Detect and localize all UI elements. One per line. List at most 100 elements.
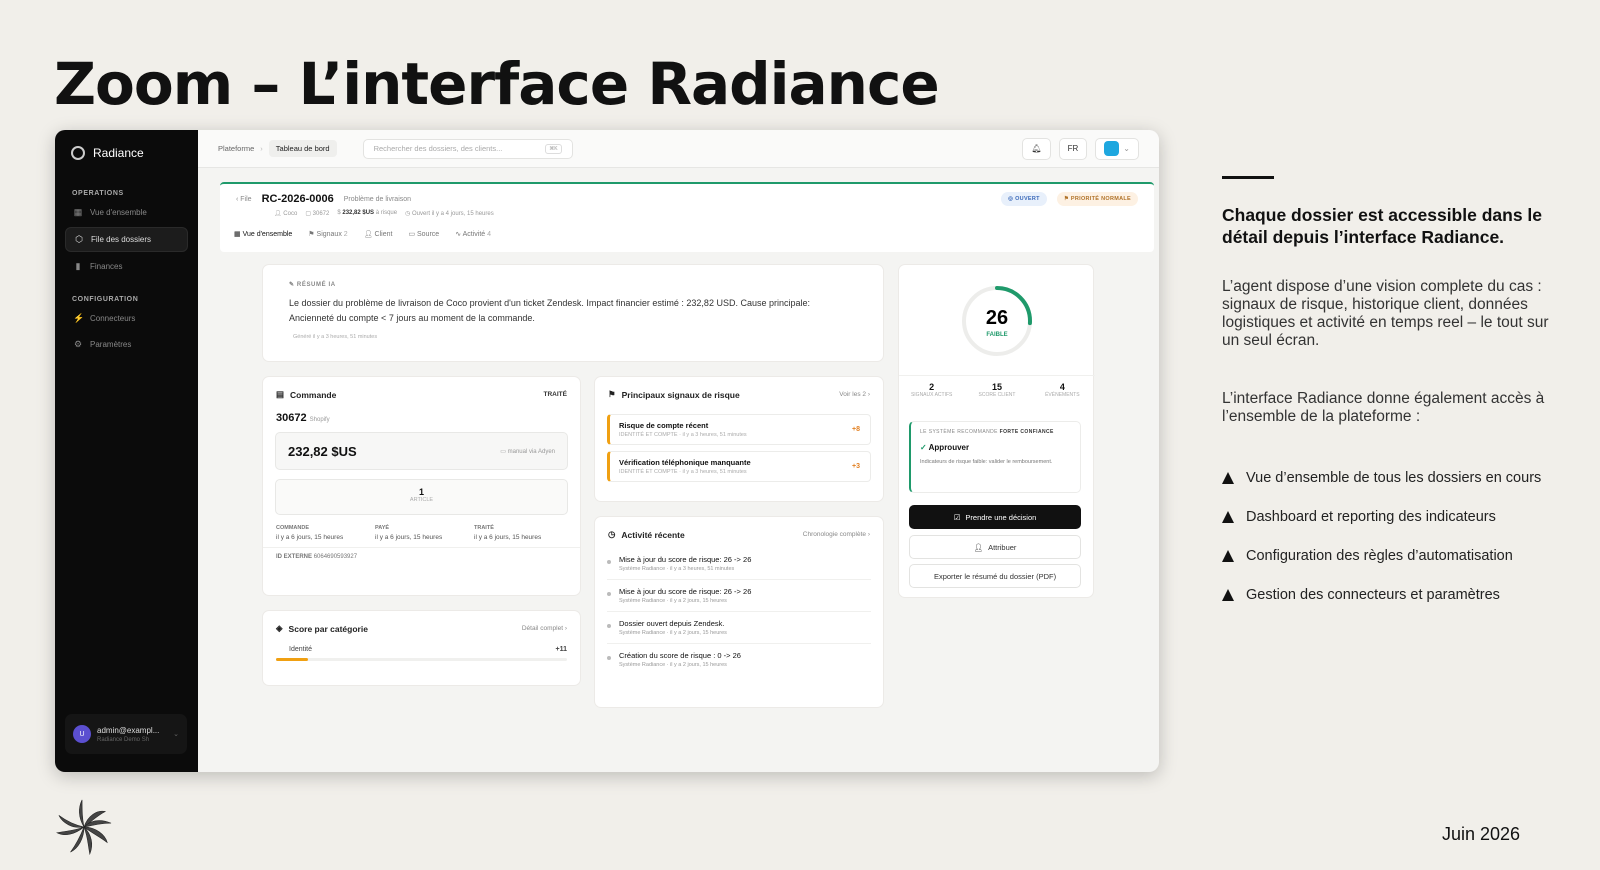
amount-meta: $ 232,82 $US à risque [337,210,398,216]
ai-generated-time: Généré il y a 3 heures, 51 minutes [293,334,378,340]
tab-overview[interactable]: ▦ Vue d'ensemble [234,230,292,238]
chevron-down-icon: ⌄ [1123,144,1130,153]
view-all-signals-link[interactable]: Voir les 2 › [839,391,870,398]
sidebar-item-settings[interactable]: ⚙ Paramètres [65,333,188,356]
user-name: admin@exampl... [97,725,160,735]
breadcrumb-root[interactable]: Plateforme [218,144,254,153]
bullet-item: Dashboard et reporting des indicateurs [1222,509,1496,525]
signal-item[interactable]: Vérification téléphonique manquante IDENT… [607,451,871,482]
case-type: Problème de livraison [343,195,412,203]
tab-client[interactable]: 👤︎ Client [364,230,393,238]
export-pdf-button[interactable]: Exporter le résumé du dossier (PDF) [909,564,1081,588]
status-badge: ◎ OUVERT [1001,192,1047,206]
topbar: Plateforme › Tableau de bord Rechercher … [198,130,1159,168]
right-heading: Chaque dossier est accessible dans le dé… [1222,205,1543,247]
order-meta[interactable]: ▢ 30672 [305,210,329,217]
grid-icon: ▦ [73,207,83,217]
chart-icon: ▮ [75,261,81,271]
decide-button[interactable]: ☑ Prendre une décision [909,505,1081,529]
triangle-icon [1222,472,1234,484]
shortcut-badge: ⌘K [545,143,562,154]
articles-box: 1 ARTICLE [275,479,568,515]
activity-item: Mise à jour du score de risque: 26 -> 26… [607,548,871,580]
assign-button[interactable]: 👤︎ Attribuer [909,535,1081,559]
case-tabs: ▦ Vue d'ensemble ⚑ Signaux 2 👤︎ Client ▭… [220,221,1154,238]
activity-item: Dossier ouvert depuis Zendesk. Système Ra… [607,612,871,644]
search-input[interactable]: Rechercher des dossiers, des clients... … [362,138,573,159]
bullet-item: Gestion des connecteurs et paramètres [1222,587,1500,603]
external-id: ID EXTERNE 6064690593927 [276,554,358,560]
sidebar-item-overview[interactable]: ▦ Vue d'ensemble [65,201,188,224]
section-operations: OPERATIONS [72,190,124,197]
bullet-item: Configuration des règles d’automatisatio… [1222,548,1513,564]
breadcrumb-current[interactable]: Tableau de bord [268,140,337,157]
articles-count: 1 [418,487,424,497]
plug-icon: ⚡ [73,313,85,323]
slide-date: Juin 2026 [1442,824,1521,844]
layers-icon: ◈ [276,623,283,633]
slide-title: Zoom – L’interface Radiance [54,50,940,118]
priority-badge: ⚑ PRIORITÉ NORMALE [1056,192,1138,206]
payment-method: ▭ manual via Adyen [500,448,555,455]
sidebar-item-queue[interactable]: ⬡ File des dossiers [65,227,188,252]
risk-panel: 26 FAIBLE 2 SIGNAUX ACTIFS 15 SCORE CLIENT… [898,264,1095,598]
signal-item[interactable]: Risque de compte récent IDENTITÉ ET COMPT… [607,414,871,445]
user-plus-icon: 👤︎ [973,542,984,552]
tab-source[interactable]: ▭ Source [408,230,439,238]
order-number: 30672 Shopify [276,412,330,424]
chevron-down-icon: ⌄ [173,731,179,738]
category-score-card: ◈ Score par catégorie Détail complet › Ide… [262,610,581,686]
full-timeline-link[interactable]: Chronologie complète › [803,531,870,538]
risk-stats: 2 SIGNAUX ACTIFS 15 SCORE CLIENT 4 ÉVÉNEMEN… [899,375,1095,398]
ai-summary-card: ✎ RÉSUMÉ IA Le dossier du problème de li… [262,264,884,362]
tab-activity[interactable]: ∿ Activité 4 [455,230,491,238]
recommendation-box: LE SYSTÈME RECOMMANDE FORTE CONFIANCE ✓ … [909,421,1081,493]
sidebar-item-connectors[interactable]: ⚡ Connecteurs [65,307,188,330]
app-screenshot: Radiance OPERATIONS ▦ Vue d'ensemble ⬡ Fil… [55,130,1159,772]
sidebar-item-finances[interactable]: ▮ Finances [65,255,188,278]
clock-icon: ◷ [608,529,616,539]
tab-signals[interactable]: ⚑ Signaux 2 [308,230,347,238]
section-configuration: CONFIGURATION [72,296,139,303]
checkbox-icon: ☑ [953,512,961,522]
full-detail-link[interactable]: Détail complet › [522,625,567,632]
customer-meta[interactable]: 👤︎ Coco [274,210,297,217]
triangle-icon [1222,550,1234,562]
main-area: Plateforme › Tableau de bord Rechercher … [198,130,1159,772]
case-meta: 👤︎ Coco ▢ 30672 $ 232,82 $US à risque ◷ … [220,206,1154,221]
notifications-button[interactable]: 🔔︎ [1022,137,1051,160]
back-link[interactable]: ‹ File [236,196,252,203]
cube-icon: ⬡ [75,234,83,244]
order-card: ▤ Commande TRAITÉ 30672 Shopify 232,82 $US… [262,376,581,596]
search-placeholder: Rechercher des dossiers, des clients... [373,144,503,153]
chevron-right-icon: › [260,144,263,153]
language-button[interactable]: FR [1058,137,1088,160]
triangle-icon [1222,589,1234,601]
activity-item: Mise à jour du score de risque: 26 -> 26… [607,580,871,612]
user-menu[interactable]: U admin@exampl... Radiance Demo Sh ⌄ [65,714,187,754]
order-amount-box: 232,82 $US ▭ manual via Adyen [275,432,568,470]
order-dates: COMMANDE il y a 6 jours, 15 heures PAYÉ il… [263,515,580,548]
ai-summary-label: ✎ RÉSUMÉ IA [289,282,336,288]
avatar: U [73,725,91,743]
company-logo-icon [56,799,112,856]
right-paragraph-2: L’interface Radiance donne également acc… [1222,390,1545,425]
opened-meta: ◷ Ouvert il y a 4 jours, 15 heures [405,211,494,217]
right-paragraph-1: L’agent dispose d’une vision complete du… [1222,278,1549,349]
order-title: Commande [290,389,337,400]
flag-icon: ⚑ [608,389,616,399]
activity-card: ◷ Activité récente Chronologie complète › … [594,516,884,708]
articles-label: ARTICLE [409,497,434,503]
radiance-logo-icon [71,146,85,160]
activity-item: Création du score de risque : 0 -> 26 Sys… [607,644,871,675]
category-row: Identité +11 [289,646,567,653]
customer-switcher[interactable]: ⌄ [1095,137,1139,160]
check-icon: ✓ [920,443,927,452]
bullet-item: Vue d’ensemble de tous les dossiers en c… [1222,470,1541,486]
ai-summary-text: Le dossier du problème de livraison de C… [289,298,810,323]
risk-score: 26 [986,307,1008,329]
category-bar [276,658,567,661]
brand[interactable]: Radiance [55,130,198,176]
bell-icon: 🔔︎ [1031,144,1042,153]
case-header: ‹ File RC-2026-0006 Problème de livraiso… [220,182,1154,252]
